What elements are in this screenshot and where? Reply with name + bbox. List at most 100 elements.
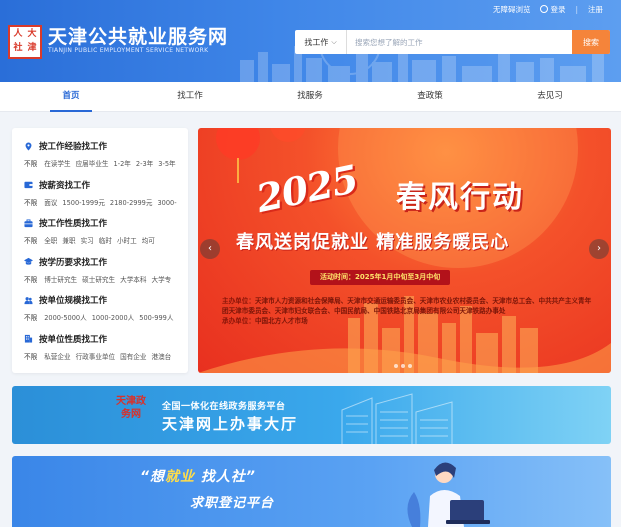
option[interactable]: 全职	[44, 237, 57, 245]
option-any[interactable]: 不限	[24, 199, 37, 207]
category-education: 按学历要求找工作 不限 博士研究生 硕士研究生 大学本科 大学专	[24, 254, 188, 293]
job-banner-title: 求职登记平台	[190, 496, 275, 511]
category-salary: 按薪资找工作 不限 面议 1500-1999元 2180-2999元 3000-	[24, 177, 188, 216]
building-icon	[24, 334, 33, 343]
location-pin-icon	[25, 141, 32, 151]
category-title[interactable]: 按工作性质找工作	[24, 215, 188, 231]
option[interactable]: 国有企业	[120, 353, 146, 361]
search-category-select[interactable]: 找工作 ⌵	[295, 30, 347, 54]
wallet-icon	[24, 181, 33, 189]
logo-char: 津	[27, 43, 37, 53]
category-title[interactable]: 按单位性质找工作	[24, 331, 188, 347]
online-service-hall-banner[interactable]: 天津政 务网 全国一体化在线政务服务平台 天津网上办事大厅	[12, 386, 611, 444]
logo-char: 社	[13, 43, 23, 53]
nav-item-home[interactable]: 首页	[36, 82, 106, 112]
option[interactable]: 3-5年	[158, 160, 175, 168]
user-icon	[540, 5, 549, 13]
option[interactable]: 大学专	[152, 276, 172, 284]
carousel-dot[interactable]	[408, 364, 412, 368]
category-options: 不限 全职 兼职 实习 临时 小时工 均可	[24, 235, 188, 245]
service-subtitle: 全国一体化在线政务服务平台	[162, 402, 286, 412]
option[interactable]: 博士研究生	[44, 276, 77, 284]
option[interactable]: 3000-	[157, 199, 176, 207]
option[interactable]: 1-2年	[114, 160, 131, 168]
option[interactable]: 私营企业	[44, 353, 70, 361]
option[interactable]: 临时	[99, 237, 112, 245]
option-any[interactable]: 不限	[24, 276, 37, 284]
undertaker-text: 中国北方人才市场	[254, 317, 308, 325]
option[interactable]: 2180-2999元	[110, 199, 153, 207]
site-header: 人大 社津 天津公共就业服务网 TIANJIN PUBLIC EMPLOYMEN…	[0, 0, 621, 82]
carousel-dot[interactable]	[394, 364, 398, 368]
option-any[interactable]: 不限	[24, 237, 37, 245]
option[interactable]: 小时工	[117, 237, 137, 245]
spring-campaign-banner[interactable]: 2025 春风行动 春风送岗促就业 精准服务暖民心 活动时间：2025年1月中旬…	[198, 128, 611, 373]
option[interactable]: 应届毕业生	[76, 160, 109, 168]
logo-char: 大	[27, 29, 37, 39]
site-title[interactable]: 天津公共就业服务网	[48, 22, 228, 49]
slogan-prefix: “想	[140, 469, 166, 485]
category-title-text: 按工作性质找工作	[39, 219, 108, 229]
job-banner-slogan: “想就业 找人社”	[140, 466, 256, 486]
category-company-type: 按单位性质找工作 不限 私营企业 行政事业单位 国有企业 港澳台	[24, 331, 188, 370]
service-title: 天津网上办事大厅	[162, 415, 299, 433]
option[interactable]: 行政事业单位	[76, 353, 116, 361]
category-job-type: 按工作性质找工作 不限 全职 兼职 实习 临时 小时工 均可	[24, 215, 188, 254]
option[interactable]: 1000-2000人	[92, 314, 135, 322]
slogan-highlight: 就业	[165, 469, 196, 485]
slogan-suffix: 找人社”	[195, 469, 256, 485]
option[interactable]: 在读学生	[44, 160, 70, 168]
option-any[interactable]: 不限	[24, 353, 37, 361]
option-any[interactable]: 不限	[24, 314, 37, 322]
option[interactable]: 实习	[81, 237, 94, 245]
organizers-label: 主办单位：	[222, 297, 255, 305]
chevron-right-icon: ›	[597, 243, 601, 254]
category-options: 不限 私营企业 行政事业单位 国有企业 港澳台	[24, 351, 188, 361]
top-links: 无障碍浏览 登录 | 注册	[493, 4, 603, 15]
login-link[interactable]: 登录	[540, 4, 565, 15]
tianjin-gov-seal: 天津政 务网	[108, 395, 154, 435]
carousel-dot[interactable]	[401, 364, 405, 368]
search-button[interactable]: 搜索	[572, 30, 610, 54]
job-category-panel: 按工作经验找工作 不限 在读学生 应届毕业生 1-2年 2-3年 3-5年 按薪资找工作 …	[12, 128, 188, 373]
nav-item-find-service[interactable]: 找服务	[275, 82, 345, 112]
category-title[interactable]: 按学历要求找工作	[24, 254, 188, 270]
option[interactable]: 大学本科	[120, 276, 146, 284]
site-subtitle: TIANJIN PUBLIC EMPLOYMENT SERVICE NETWOR…	[48, 47, 209, 54]
category-title[interactable]: 按工作经验找工作	[24, 138, 188, 154]
option[interactable]: 硕士研究生	[82, 276, 115, 284]
category-title[interactable]: 按单位规模找工作	[24, 292, 188, 308]
undertaker-label: 承办单位：	[222, 317, 255, 325]
option[interactable]: 港澳台	[152, 353, 172, 361]
category-title-text: 按薪资找工作	[39, 180, 91, 191]
accessibility-link[interactable]: 无障碍浏览	[493, 4, 531, 15]
option-any[interactable]: 不限	[24, 160, 37, 168]
nav-item-find-job[interactable]: 找工作	[155, 82, 225, 112]
category-company-size: 按单位规模找工作 不限 2000-5000人 1000-2000人 500-999人	[24, 292, 188, 331]
search-input[interactable]	[347, 30, 572, 54]
option[interactable]: 500-999人	[139, 314, 173, 322]
carousel-next-button[interactable]: ›	[589, 239, 609, 259]
logo-char: 人	[13, 29, 23, 39]
option[interactable]: 2-3年	[136, 160, 153, 168]
nav-item-policy[interactable]: 查政策	[395, 82, 465, 112]
banner-title: 春风行动	[396, 180, 524, 215]
banner-slogan: 春风送岗促就业 精准服务暖民心	[236, 232, 510, 253]
category-title[interactable]: 按薪资找工作	[24, 177, 188, 193]
option[interactable]: 均可	[142, 237, 155, 245]
option[interactable]: 兼职	[62, 237, 75, 245]
register-link[interactable]: 注册	[588, 4, 603, 15]
seal-char: 津	[126, 396, 136, 407]
option[interactable]: 面议	[44, 199, 57, 207]
option[interactable]: 2000-5000人	[44, 314, 87, 322]
site-logo-seal[interactable]: 人大 社津	[8, 25, 42, 59]
banner-organizers: 主办单位：天津市人力资源和社会保障局、天津市交通运输委员会、天津市农业农村委员会…	[222, 296, 597, 326]
carousel-prev-button[interactable]: ‹	[200, 239, 220, 259]
chevron-left-icon: ‹	[208, 243, 212, 254]
person-laptop-illustration	[407, 462, 490, 527]
seal-char: 网	[131, 409, 141, 420]
organizers-text: 天津市人力资源和社会保障局、天津市交通运输委员会、天津市农业农村委员会、天津市总…	[222, 297, 592, 315]
job-registration-banner[interactable]: “想就业 找人社” 求职登记平台	[12, 456, 611, 527]
nav-item-internship[interactable]: 去见习	[515, 82, 585, 112]
option[interactable]: 1500-1999元	[62, 199, 105, 207]
